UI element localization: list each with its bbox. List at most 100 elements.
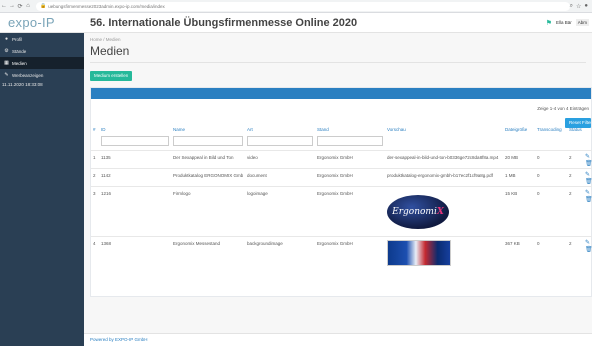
cell-transcoding: 0	[537, 173, 540, 178]
cell-status: 2	[569, 191, 572, 196]
cell-status: 2	[569, 155, 572, 160]
col-header-vorschau: Vorschau	[387, 127, 406, 132]
cell-size: 367 KB	[505, 241, 520, 246]
col-header-art[interactable]: Art	[247, 127, 253, 132]
logo[interactable]: expo-IP	[0, 15, 84, 30]
profile-icon[interactable]: ●	[584, 3, 588, 10]
filter-input-id[interactable]	[101, 136, 169, 146]
user-icon: ●	[4, 36, 9, 42]
logo-preview-image[interactable]: Ergonomi X	[387, 195, 449, 229]
building-icon: ⚙	[4, 48, 9, 54]
browser-toolbar: ← → ⟳ ⌂ 🔒 uebungsfirmenmesse2023admin.ex…	[0, 0, 592, 13]
back-icon[interactable]: ←	[0, 3, 8, 9]
cell-status: 2	[569, 173, 572, 178]
cell-art: video	[247, 155, 258, 160]
cell-num: 4	[93, 241, 96, 246]
sidebar-item-label: Medien	[12, 60, 27, 66]
cell-status: 2	[569, 241, 572, 246]
cell-num: 1	[93, 155, 96, 160]
cell-id: 1216	[101, 191, 112, 196]
address-bar[interactable]: 🔒 uebungsfirmenmesse2023admin.expo-ip.co…	[36, 1, 570, 11]
col-header-id[interactable]: ID	[101, 127, 106, 132]
divider	[90, 62, 586, 63]
cell-stand: Ergonomix GmbH	[317, 241, 353, 246]
filter-input-name[interactable]	[173, 136, 243, 146]
cell-vorschau[interactable]: produktkatalog-ergonomix-gmbh-b17ec2f1cf…	[387, 173, 501, 178]
edit-icon[interactable]: ✎	[585, 239, 590, 246]
sidebar: ● Profil ⚙ Stände ▦ Medien ✎ Werbeanzeig…	[0, 33, 84, 346]
search-icon[interactable]: ⌕	[570, 3, 573, 10]
cell-id: 1142	[101, 173, 111, 178]
url-text: uebungsfirmenmesse2023admin.expo-ip.com/…	[48, 3, 165, 9]
cell-transcoding: 0	[537, 191, 540, 196]
session-timestamp: 11.11.2020 18:33:08	[2, 82, 43, 87]
col-header-stand[interactable]: Stand	[317, 127, 329, 132]
delete-icon[interactable]: 🗑	[585, 160, 592, 167]
page-heading: Medien	[90, 44, 130, 58]
app-header: expo-IP 56. Internationale Übungsfirmenm…	[0, 13, 592, 33]
cell-num: 3	[93, 191, 96, 196]
sidebar-item-medien[interactable]: ▦ Medien	[0, 57, 84, 69]
edit-icon[interactable]: ✎	[585, 171, 590, 178]
cell-name: Produktkatalog ERGONOMIX GmbH	[173, 173, 243, 178]
col-header-name[interactable]: Name	[173, 127, 185, 132]
delete-icon[interactable]: 🗑	[585, 246, 592, 253]
logo-preview-text: Ergonomi	[392, 207, 437, 217]
sidebar-item-label: Profil	[12, 36, 23, 42]
cell-size: 1 MB	[505, 173, 516, 178]
footer[interactable]: Powered by EXPO-IP GmbH	[84, 333, 592, 346]
col-header-size[interactable]: Dateigröße	[505, 127, 527, 132]
media-table-panel: Zeige 1-4 von 4 Einträgen Reset Filter #…	[90, 87, 592, 297]
sidebar-item-label: Stände	[12, 48, 27, 54]
cell-vorschau[interactable]: der-sexappeal-in-bild-und-ton-b0336ge72c…	[387, 155, 501, 160]
col-header-status[interactable]: Status	[569, 127, 582, 132]
table-row: 3 1216 Firmlogo logoimage Ergonomix GmbH…	[91, 186, 592, 236]
reload-icon[interactable]: ⟳	[16, 3, 24, 10]
breadcrumb[interactable]: Home / Medien	[84, 33, 592, 43]
table-summary: Zeige 1-4 von 4 Einträgen	[537, 106, 589, 111]
cell-stand: Ergonomix GmbH	[317, 173, 353, 178]
cell-id: 1368	[101, 241, 112, 246]
sidebar-item-label: Werbeanzeigen	[12, 72, 44, 78]
table-row: 2 1142 Produktkatalog ERGONOMIX GmbH doc…	[91, 168, 592, 186]
cell-name: Firmlogo	[173, 191, 191, 196]
table-row: 4 1368 Ergonomix Messestand backgroundim…	[91, 236, 592, 272]
cell-art: logoimage	[247, 191, 268, 196]
cell-transcoding: 0	[537, 241, 540, 246]
flag-icon: ⚑	[545, 19, 552, 27]
col-header-num: #	[93, 127, 96, 132]
col-header-transcoding[interactable]: Transcoding	[537, 127, 562, 132]
cell-name: Ergonomix Messestand	[173, 241, 221, 246]
home-icon[interactable]: ⌂	[24, 3, 32, 9]
edit-icon[interactable]: ✎	[585, 189, 590, 196]
sidebar-item-staende[interactable]: ⚙ Stände	[0, 45, 84, 57]
delete-icon[interactable]: 🗑	[585, 196, 592, 203]
cell-id: 1135	[101, 155, 111, 160]
forward-icon[interactable]: →	[8, 3, 16, 9]
sidebar-item-werbeanzeigen[interactable]: ✎ Werbeanzeigen	[0, 69, 84, 81]
cell-size: 15 KB	[505, 191, 518, 196]
cell-stand: Ergonomix GmbH	[317, 191, 353, 196]
booth-preview-image[interactable]	[387, 240, 451, 266]
create-media-button[interactable]: Medium erstellen	[90, 71, 133, 81]
user-name[interactable]: Ella Bär	[556, 20, 572, 25]
table-header: # ID Name Art Stand Vorschau Dateigröße …	[91, 125, 592, 135]
cell-art: document	[247, 173, 267, 178]
filter-input-stand[interactable]	[317, 136, 383, 146]
lock-icon: 🔒	[40, 3, 47, 9]
media-icon: ▦	[4, 60, 9, 66]
logout-link[interactable]: Abm	[575, 19, 589, 26]
panel-header-bar	[91, 88, 591, 99]
page-title: 56. Internationale Übungsfirmenmesse Onl…	[90, 16, 358, 29]
star-icon[interactable]: ☆	[576, 3, 581, 10]
delete-icon[interactable]: 🗑	[585, 178, 592, 185]
newspaper-icon: ✎	[4, 72, 9, 78]
main-content: Home / Medien Medien Medium erstellen Ze…	[84, 33, 592, 346]
sidebar-item-profil[interactable]: ● Profil	[0, 33, 84, 45]
filter-input-art[interactable]	[247, 136, 313, 146]
cell-size: 20 MB	[505, 155, 519, 160]
cell-name: Der Sexappeal in Bild und Ton	[173, 155, 234, 160]
logo-preview-x: X	[436, 207, 444, 217]
cell-num: 2	[93, 173, 96, 178]
edit-icon[interactable]: ✎	[585, 153, 590, 160]
